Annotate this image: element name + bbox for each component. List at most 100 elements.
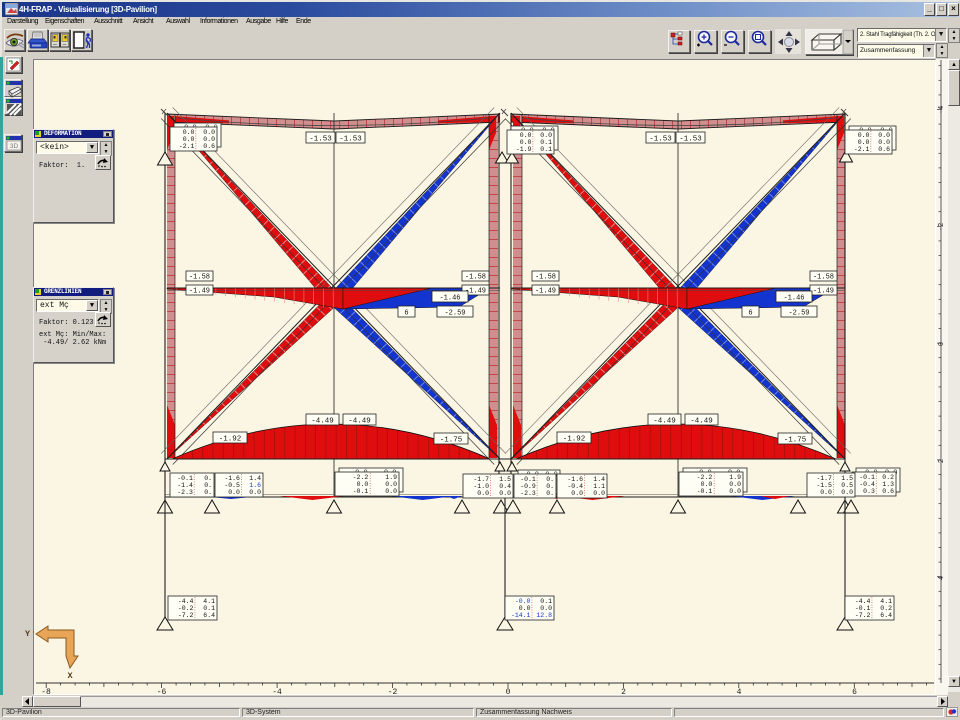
svg-text:0.0: 0.0 — [249, 489, 261, 496]
svg-text:-2.2: -2.2 — [353, 474, 369, 481]
svg-text:-1.58: -1.58 — [465, 274, 486, 282]
svg-text:-4.49: -4.49 — [311, 418, 334, 426]
svg-text:-1.6: -1.6 — [567, 476, 583, 483]
svg-text:0.0: 0.0 — [701, 481, 713, 488]
svg-text:-2.1: -2.1 — [179, 143, 195, 150]
svg-text:0.6: 0.6 — [203, 143, 215, 150]
svg-text:0.0: 0.0 — [593, 490, 605, 497]
svg-text:0.0: 0.0 — [477, 490, 489, 497]
svg-text:0.3: 0.3 — [863, 488, 875, 495]
svg-text:-4: -4 — [272, 688, 282, 695]
svg-text:4: 4 — [737, 688, 742, 695]
svg-text:-0.1: -0.1 — [353, 488, 369, 495]
svg-text:3D: 3D — [10, 143, 19, 150]
svg-text:0.1: 0.1 — [203, 605, 215, 612]
svg-text:0.: 0. — [204, 475, 212, 482]
svg-text:0.: 0. — [546, 476, 554, 483]
svg-text:0.: 0. — [546, 483, 554, 490]
svg-text:-1.0: -1.0 — [473, 483, 489, 490]
svg-text:-2.3: -2.3 — [177, 489, 193, 496]
svg-text:-0.9: -0.9 — [520, 483, 536, 490]
svg-text:-0.4: -0.4 — [567, 483, 583, 490]
svg-text:1.5: 1.5 — [499, 476, 511, 483]
svg-text:0.0: 0.0 — [820, 489, 832, 496]
svg-text:0.0: 0.0 — [878, 139, 890, 146]
svg-text:0.1: 0.1 — [540, 139, 552, 146]
svg-text:6: 6 — [748, 310, 752, 318]
svg-text:6.4: 6.4 — [203, 612, 215, 619]
svg-text:-1.53: -1.53 — [679, 136, 702, 144]
svg-text:-1.7: -1.7 — [473, 476, 489, 483]
svg-text:0.6: 0.6 — [882, 488, 894, 495]
svg-text:-1.92: -1.92 — [563, 436, 586, 444]
svg-text:-1.58: -1.58 — [189, 274, 210, 282]
svg-text:-4.4: -4.4 — [855, 598, 871, 605]
svg-text:6: 6 — [852, 688, 857, 695]
svg-text:-0.2: -0.2 — [178, 605, 194, 612]
svg-text:0.5: 0.5 — [841, 482, 853, 489]
svg-text:-2.59: -2.59 — [788, 310, 809, 318]
svg-text:-1.5: -1.5 — [816, 482, 832, 489]
svg-text:0.0: 0.0 — [520, 132, 532, 139]
svg-text:0.2: 0.2 — [880, 605, 892, 612]
svg-text:0.0: 0.0 — [357, 481, 369, 488]
svg-text:0.0: 0.0 — [858, 139, 870, 146]
svg-text:4.1: 4.1 — [880, 598, 892, 605]
svg-text:-1.53: -1.53 — [339, 136, 362, 144]
svg-text:0.: 0. — [546, 490, 554, 497]
svg-text:-1.49: -1.49 — [189, 288, 210, 296]
svg-text:-14.1: -14.1 — [511, 612, 531, 619]
svg-text:-0.4: -0.4 — [859, 481, 875, 488]
svg-text:0.0: 0.0 — [858, 132, 870, 139]
svg-text:0.1: 0.1 — [540, 146, 552, 153]
svg-text:-1.75: -1.75 — [440, 437, 463, 445]
svg-text:-1.75: -1.75 — [784, 437, 807, 445]
svg-text:1.9: 1.9 — [385, 474, 397, 481]
svg-text:-2.59: -2.59 — [444, 310, 465, 318]
svg-text:2: 2 — [938, 459, 946, 463]
svg-text:0.4: 0.4 — [499, 483, 511, 490]
svg-text:0.1: 0.1 — [540, 598, 552, 605]
svg-text:-0.0: -0.0 — [515, 598, 531, 605]
svg-text:0.6: 0.6 — [878, 146, 890, 153]
svg-text:-1.49: -1.49 — [813, 288, 834, 296]
svg-text:-0.1: -0.1 — [177, 475, 193, 482]
svg-text:-1.4: -1.4 — [177, 482, 193, 489]
svg-text:0.: 0. — [204, 489, 212, 496]
svg-text:0.0: 0.0 — [540, 605, 552, 612]
svg-text:0.0: 0.0 — [540, 132, 552, 139]
svg-text:1.6: 1.6 — [249, 482, 261, 489]
svg-text:-0.1: -0.1 — [520, 476, 536, 483]
svg-text:0: 0 — [938, 342, 946, 346]
svg-text:0.0: 0.0 — [385, 481, 397, 488]
svg-text:-2: -2 — [938, 223, 946, 231]
svg-text:4: 4 — [938, 576, 946, 580]
svg-text:1.9: 1.9 — [729, 474, 741, 481]
svg-text:0.0: 0.0 — [203, 136, 215, 143]
svg-text:-1.46: -1.46 — [439, 295, 460, 303]
svg-text:-2: -2 — [388, 688, 398, 695]
svg-text:6: 6 — [404, 310, 408, 318]
svg-text:-1.58: -1.58 — [813, 274, 834, 282]
svg-text:-0.5: -0.5 — [224, 482, 240, 489]
svg-text:1.5: 1.5 — [841, 475, 853, 482]
svg-text:1.3: 1.3 — [882, 481, 894, 488]
svg-text:-4.49: -4.49 — [653, 418, 676, 426]
svg-text:-2.2: -2.2 — [697, 474, 713, 481]
svg-text:0.0: 0.0 — [499, 490, 511, 497]
svg-text:0.0: 0.0 — [519, 605, 531, 612]
svg-text:-1.53: -1.53 — [309, 136, 332, 144]
svg-text:0.0: 0.0 — [183, 136, 195, 143]
svg-text:-4.4: -4.4 — [178, 598, 194, 605]
svg-text:0.0: 0.0 — [520, 139, 532, 146]
svg-text:0.0: 0.0 — [841, 489, 853, 496]
svg-text:-4.49: -4.49 — [690, 418, 713, 426]
svg-text:0.0: 0.0 — [385, 488, 397, 495]
svg-text:-0.1: -0.1 — [697, 488, 713, 495]
svg-text:-6: -6 — [157, 688, 167, 695]
svg-text:-1.92: -1.92 — [219, 436, 242, 444]
svg-text:0.: 0. — [204, 482, 212, 489]
svg-text:0.0: 0.0 — [228, 489, 240, 496]
svg-text:0.2: 0.2 — [882, 474, 894, 481]
svg-text:-1.7: -1.7 — [816, 475, 832, 482]
